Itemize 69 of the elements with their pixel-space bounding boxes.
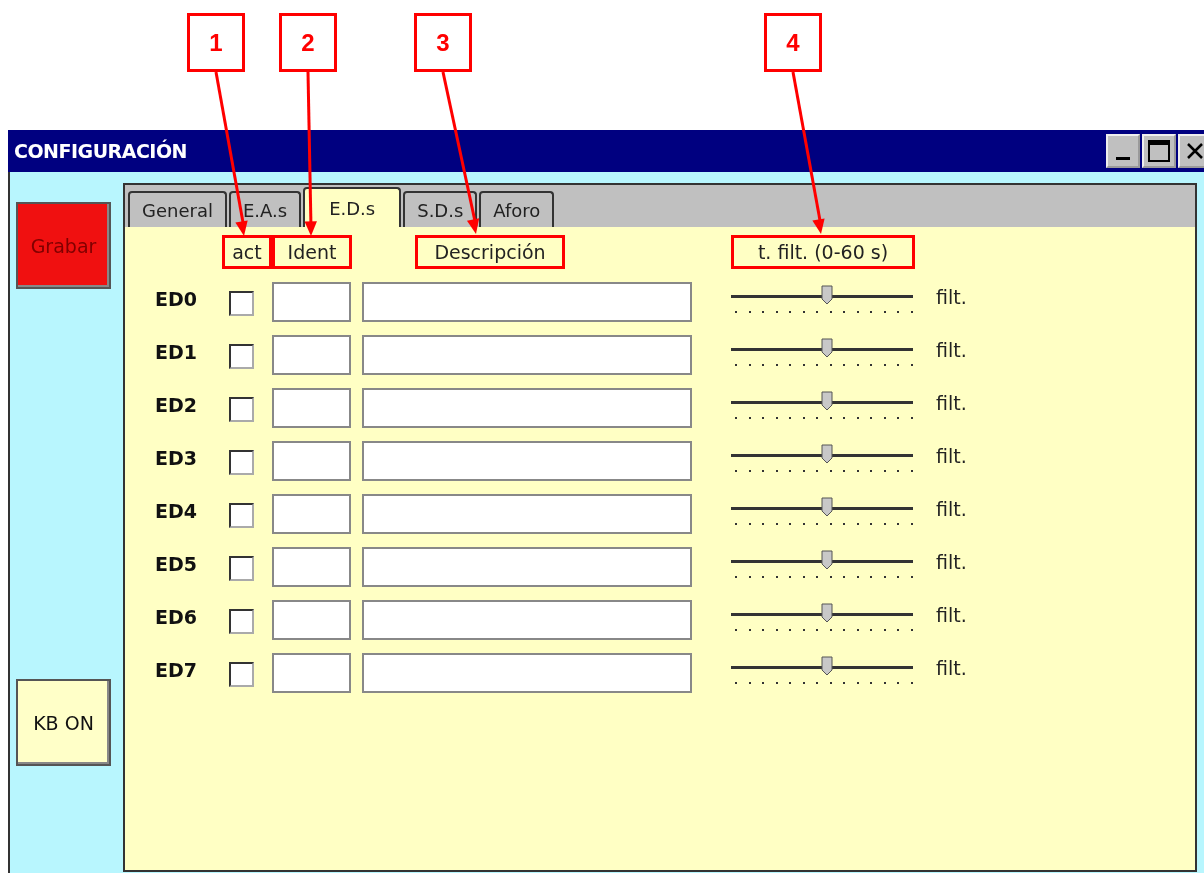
slider-label: filt. [935, 285, 968, 308]
slider-label: filt. [935, 338, 968, 361]
slider-label: filt. [935, 497, 968, 520]
row-label: ED5 [155, 552, 198, 575]
ident-field[interactable] [272, 653, 351, 693]
slider-label: filt. [935, 550, 968, 573]
tab[interactable]: General [128, 191, 227, 227]
row-label: ED7 [155, 658, 198, 681]
checkbox[interactable] [229, 344, 254, 369]
checkbox[interactable] [229, 503, 254, 528]
description-field[interactable] [362, 494, 692, 534]
row-label: ED0 [155, 287, 198, 310]
checkbox[interactable] [229, 291, 254, 316]
tab[interactable]: S.D.s [403, 191, 478, 227]
row-label: ED4 [155, 499, 198, 522]
close-button[interactable] [1178, 134, 1204, 168]
slider-thumb[interactable] [821, 497, 834, 517]
ident-field[interactable] [272, 335, 351, 375]
slider-thumb[interactable] [821, 444, 834, 464]
tab[interactable]: E.A.s [228, 191, 302, 227]
description-field[interactable] [362, 282, 692, 322]
slider-thumb[interactable] [821, 550, 834, 570]
row-label: ED2 [155, 393, 198, 416]
slider-label: filt. [935, 603, 968, 626]
callout-number: 2 [279, 13, 337, 72]
close-icon [1185, 141, 1204, 161]
checkbox[interactable] [229, 609, 254, 634]
description-field[interactable] [362, 388, 692, 428]
checkbox[interactable] [229, 556, 254, 581]
slider-label: filt. [935, 656, 968, 679]
minimize-button[interactable] [1106, 134, 1140, 168]
column-header: act [222, 235, 272, 269]
description-field[interactable] [362, 653, 692, 693]
slider-thumb[interactable] [821, 338, 834, 358]
ident-field[interactable] [272, 282, 351, 322]
row-label: ED3 [155, 446, 198, 469]
slider-label: filt. [935, 391, 968, 414]
callout-number: 4 [764, 13, 822, 72]
column-header: Ident [272, 235, 352, 269]
description-field[interactable] [362, 441, 692, 481]
slider-label: filt. [935, 444, 968, 467]
window-title: CONFIGURACIÓN [13, 140, 187, 162]
maximize-icon [1147, 139, 1171, 163]
column-header: t. filt. (0-60 s) [731, 235, 915, 269]
description-field[interactable] [362, 547, 692, 587]
slider-thumb[interactable] [821, 285, 834, 305]
ident-field[interactable] [272, 547, 351, 587]
row-label: ED6 [155, 605, 198, 628]
ident-field[interactable] [272, 600, 351, 640]
keyboard-button[interactable]: KB ON [16, 679, 111, 766]
checkbox[interactable] [229, 450, 254, 475]
minimize-icon [1116, 156, 1130, 160]
callout-number: 3 [414, 13, 472, 72]
description-field[interactable] [362, 335, 692, 375]
maximize-button[interactable] [1142, 134, 1176, 168]
checkbox[interactable] [229, 662, 254, 687]
ident-field[interactable] [272, 494, 351, 534]
slider-thumb[interactable] [821, 391, 834, 411]
description-field[interactable] [362, 600, 692, 640]
tab[interactable]: E.D.s [303, 187, 402, 227]
callout-number: 1 [187, 13, 245, 72]
column-header: Descripción [415, 235, 565, 269]
tab[interactable]: Aforo [479, 191, 555, 227]
row-label: ED1 [155, 340, 198, 363]
checkbox[interactable] [229, 397, 254, 422]
ident-field[interactable] [272, 388, 351, 428]
slider-thumb[interactable] [821, 603, 834, 623]
slider-thumb[interactable] [821, 656, 834, 676]
ident-field[interactable] [272, 441, 351, 481]
